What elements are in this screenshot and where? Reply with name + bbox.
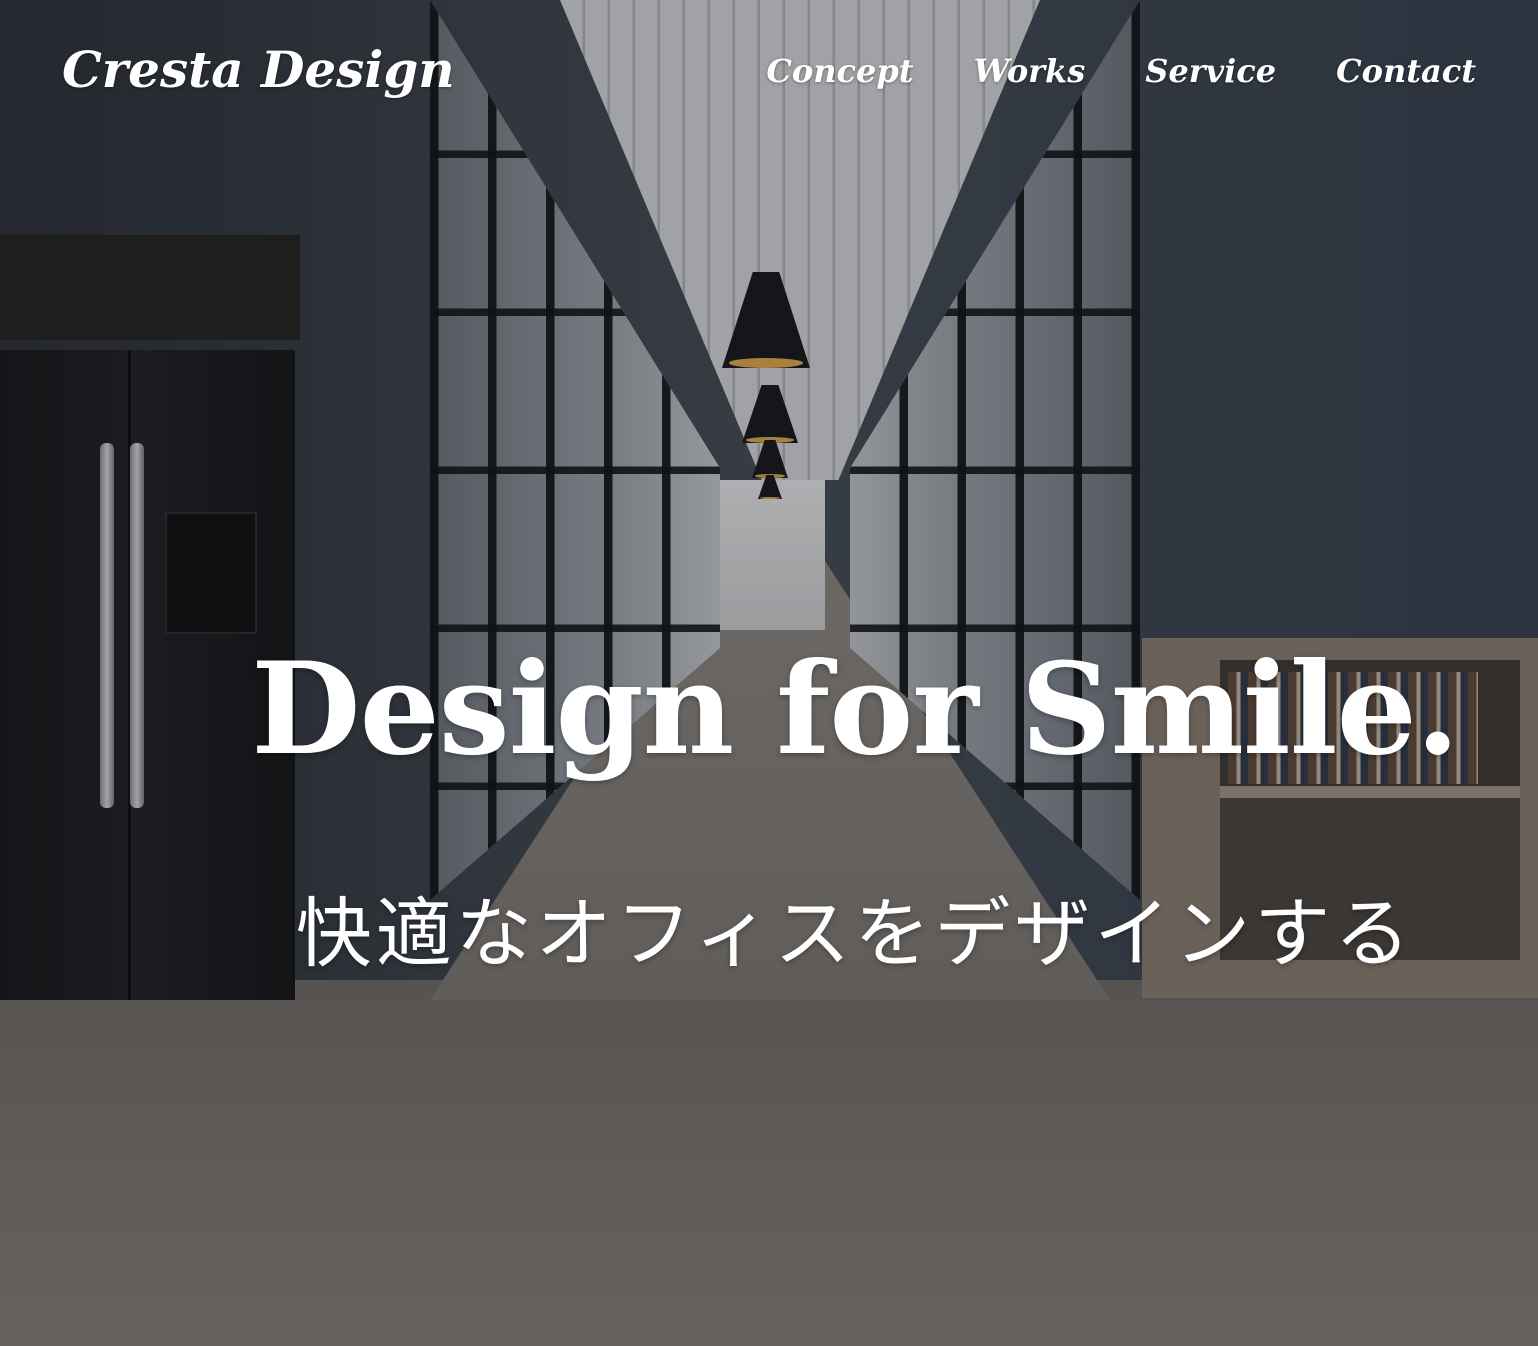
nav-link-service[interactable]: Service (1145, 52, 1276, 90)
nav-link-concept[interactable]: Concept (766, 52, 913, 90)
main-nav: Concept Works Service Contact (766, 52, 1476, 90)
nav-link-contact[interactable]: Contact (1336, 52, 1476, 90)
nav-link-works[interactable]: Works (974, 52, 1086, 90)
hero-headline: Design for Smile. (251, 635, 1459, 783)
site-logo[interactable]: Cresta Design (62, 40, 455, 99)
hero-subheadline: 快適なオフィスをデザインする (295, 889, 1415, 978)
site-header: Cresta Design Concept Works Service Cont… (0, 0, 1538, 150)
